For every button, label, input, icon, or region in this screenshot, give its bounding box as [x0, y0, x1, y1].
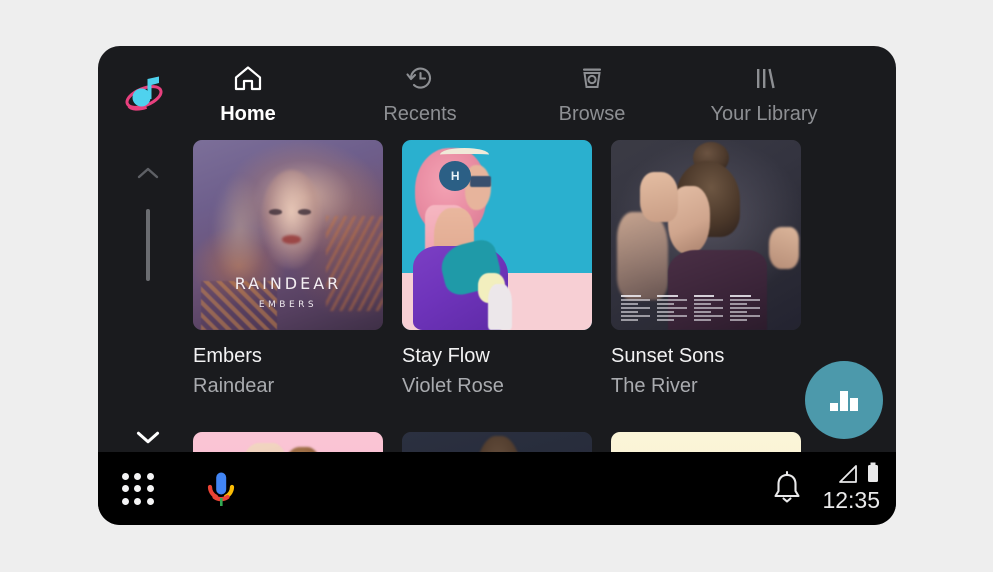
media-grid: RAINDEAR EMBERS Embers Raindear H Stay F…	[193, 140, 896, 455]
chevron-down-icon	[136, 431, 160, 443]
nav-item-recents[interactable]: Recents	[340, 60, 500, 126]
nav-label-library: Your Library	[710, 103, 818, 125]
app-logo[interactable]	[118, 66, 170, 118]
apps-grid-dot	[122, 485, 129, 493]
chevron-up-icon	[137, 167, 159, 179]
media-card-artist: Raindear	[193, 375, 275, 397]
equalizer-icon	[830, 391, 858, 411]
assistant-mic-icon	[207, 472, 235, 506]
top-navigation-bar: Home Recents Browse Your Library	[98, 46, 896, 131]
nav-icon-wrap	[168, 60, 328, 96]
history-icon	[406, 67, 432, 89]
nav-label-browse: Browse	[558, 103, 626, 125]
app-drawer-button[interactable]	[122, 473, 154, 505]
browse-icon	[583, 68, 601, 88]
media-card-title: Stay Flow	[402, 345, 490, 367]
apps-grid-dot	[146, 485, 154, 493]
album-art-caption-block	[620, 294, 762, 321]
scroll-up-button[interactable]	[134, 159, 162, 187]
system-bar: 12:35	[98, 452, 896, 525]
scroll-down-button[interactable]	[134, 423, 162, 451]
media-card-title: Sunset Sons	[611, 345, 725, 367]
media-card[interactable]: H Stay Flow Violet Rose	[402, 140, 592, 398]
nav-label-home: Home	[220, 103, 276, 125]
headphone-logo-letter: H	[450, 169, 460, 184]
apps-grid-dot	[122, 473, 129, 480]
signal-triangle-icon	[839, 465, 857, 483]
now-playing-fab[interactable]	[805, 361, 883, 439]
music-note-orbit-icon	[125, 76, 163, 111]
media-card-title: Embers	[193, 345, 262, 367]
nav-icon-wrap	[684, 60, 844, 96]
nav-icon-wrap	[340, 60, 500, 96]
apps-grid-dot	[122, 497, 129, 505]
status-icons	[810, 462, 880, 484]
album-art-image	[611, 140, 801, 330]
library-icon	[757, 68, 775, 89]
device-frame: Home Recents Browse Your Library RAINDEA…	[98, 46, 896, 525]
assistant-mic-button[interactable]	[202, 470, 240, 510]
scrollbar[interactable]	[134, 151, 162, 451]
album-art[interactable]: RAINDEAR EMBERS	[193, 140, 383, 330]
album-art[interactable]	[611, 140, 801, 330]
apps-grid-dot	[146, 473, 154, 480]
battery-icon	[868, 462, 878, 482]
home-icon	[234, 66, 262, 91]
media-card-artist: Violet Rose	[402, 375, 504, 397]
nav-item-library[interactable]: Your Library	[684, 60, 844, 126]
apps-grid-dot	[134, 497, 142, 505]
nav-label-recents: Recents	[383, 103, 457, 125]
media-card[interactable]: RAINDEAR EMBERS Embers Raindear	[193, 140, 383, 398]
album-art-overlay-title: RAINDEAR	[234, 273, 342, 293]
media-card-artist: The River	[611, 375, 698, 397]
apps-grid-dot	[134, 473, 142, 480]
nav-item-browse[interactable]: Browse	[512, 60, 672, 126]
screen: Home Recents Browse Your Library RAINDEA…	[0, 0, 993, 572]
bell-icon	[774, 470, 800, 503]
media-card[interactable]: Sunset Sons The River	[611, 140, 801, 398]
notifications-button[interactable]	[770, 470, 804, 506]
nav-item-home[interactable]: Home	[168, 60, 328, 126]
album-art[interactable]: H	[402, 140, 592, 330]
album-art-overlay-subtitle: EMBERS	[258, 299, 318, 310]
album-art-image: RAINDEAR EMBERS	[193, 140, 383, 330]
apps-grid-dot	[146, 497, 154, 505]
clock-label: 12:35	[822, 487, 880, 513]
scrollbar-thumb[interactable]	[146, 209, 150, 281]
album-art-image: H	[402, 140, 592, 330]
apps-grid-dot	[134, 485, 142, 493]
status-cluster: 12:35	[810, 462, 880, 513]
nav-icon-wrap	[512, 60, 672, 96]
